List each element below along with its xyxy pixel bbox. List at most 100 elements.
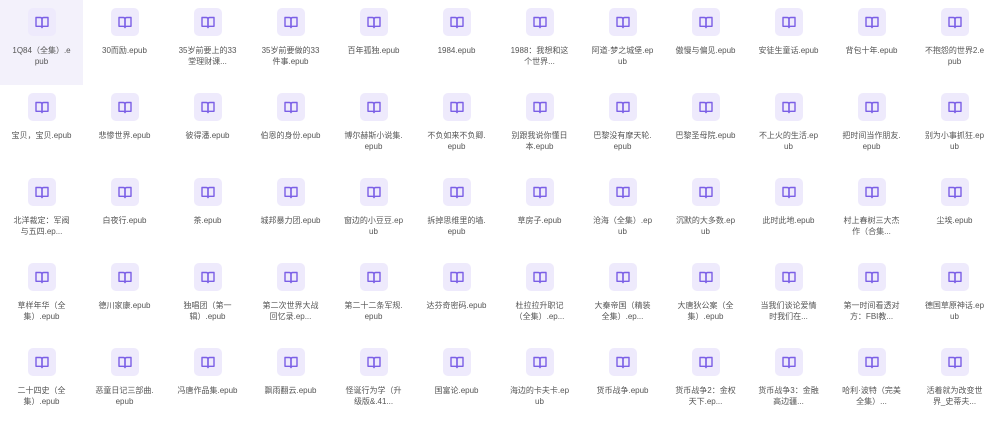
epub-book-icon — [608, 93, 637, 121]
file-item[interactable]: 悲惨世界.epub — [83, 85, 166, 170]
file-item[interactable]: 哈利·波特（完美全集）... — [830, 340, 913, 425]
file-item[interactable]: 背包十年.epub — [830, 0, 913, 85]
epub-book-icon — [442, 348, 471, 376]
file-item[interactable]: 货币战争3：金融高边疆... — [747, 340, 830, 425]
file-name: 伯恩的身份.epub — [260, 131, 321, 140]
file-name: 35岁前要做的33件事.epub — [261, 46, 320, 66]
epub-book-icon — [608, 8, 637, 36]
file-item[interactable]: 第二次世界大战回忆录.ep... — [249, 255, 332, 340]
file-name: 达芬奇密码.epub — [426, 301, 487, 310]
file-name: 货币战争.epub — [596, 386, 649, 395]
file-name: 第二次世界大战回忆录.ep... — [262, 301, 319, 321]
file-name: 二十四史（全集）.epub — [17, 386, 66, 406]
file-name: 海边的卡夫卡.epub — [509, 386, 570, 406]
file-item[interactable]: 1988：我想和这个世界... — [498, 0, 581, 85]
epub-book-icon — [442, 8, 471, 36]
epub-book-icon — [359, 93, 388, 121]
file-item[interactable]: 35岁前要上的33堂理财课... — [166, 0, 249, 85]
epub-book-icon — [110, 8, 139, 36]
file-name: 别为小事抓狂.epub — [924, 131, 985, 151]
file-item[interactable]: 恶童日记三部曲.epub — [83, 340, 166, 425]
file-item[interactable]: 博尔赫斯小说集.epub — [332, 85, 415, 170]
file-item[interactable]: 二十四史（全集）.epub — [0, 340, 83, 425]
file-item[interactable]: 国富论.epub — [415, 340, 498, 425]
file-name: 此时此地.epub — [762, 216, 815, 225]
epub-book-icon — [774, 348, 803, 376]
file-item[interactable]: 百年孤独.epub — [332, 0, 415, 85]
file-name: 德川家康.epub — [98, 301, 151, 310]
file-item[interactable]: 把时间当作朋友.epub — [830, 85, 913, 170]
file-item[interactable]: 彼得潘.epub — [166, 85, 249, 170]
file-item[interactable]: 北洋裁定：军阀与五四.ep... — [0, 170, 83, 255]
file-item[interactable]: 拆掉思维里的墙.epub — [415, 170, 498, 255]
file-item[interactable]: 尘埃.epub — [913, 170, 996, 255]
epub-book-icon — [691, 93, 720, 121]
file-name: 大秦帝国（精装全集）.ep... — [594, 301, 651, 321]
file-item[interactable]: 独唱团（第一辑）.epub — [166, 255, 249, 340]
file-item[interactable]: 傲慢与偏见.epub — [664, 0, 747, 85]
file-item[interactable]: 货币战争.epub — [581, 340, 664, 425]
file-item[interactable]: 1Q84（全集）.epub — [0, 0, 83, 85]
epub-book-icon — [608, 178, 637, 206]
file-item[interactable]: 巴黎没有摩天轮.epub — [581, 85, 664, 170]
file-item[interactable]: 德国草原神话.epub — [913, 255, 996, 340]
file-item[interactable]: 沧海（全集）.epub — [581, 170, 664, 255]
file-name: 不抱怨的世界2.epub — [924, 46, 985, 66]
epub-book-icon — [940, 8, 969, 36]
file-item[interactable]: 第二十二条军规.epub — [332, 255, 415, 340]
epub-book-icon — [359, 263, 388, 291]
file-item[interactable]: 当我们谈论爱情时我们在... — [747, 255, 830, 340]
file-item[interactable]: 不抱怨的世界2.epub — [913, 0, 996, 85]
file-item[interactable]: 伯恩的身份.epub — [249, 85, 332, 170]
file-item[interactable]: 窗边的小豆豆.epub — [332, 170, 415, 255]
file-item[interactable]: 1984.epub — [415, 0, 498, 85]
file-name: 货币战争2：金权天下.ep... — [675, 386, 736, 406]
file-item[interactable]: 货币战争2：金权天下.ep... — [664, 340, 747, 425]
file-name: 货币战争3：金融高边疆... — [758, 386, 819, 406]
epub-book-icon — [110, 178, 139, 206]
file-item[interactable]: 活着就为改变世界_史蒂夫... — [913, 340, 996, 425]
file-item[interactable]: 阿道·梦之城堡.epub — [581, 0, 664, 85]
file-item[interactable]: 别跟我说你懂日本.epub — [498, 85, 581, 170]
file-item[interactable]: 30而励.epub — [83, 0, 166, 85]
file-item[interactable]: 达芬奇密码.epub — [415, 255, 498, 340]
file-item[interactable]: 35岁前要做的33件事.epub — [249, 0, 332, 85]
file-name: 沉默的大多数.epub — [675, 216, 736, 236]
file-item[interactable]: 茶.epub — [166, 170, 249, 255]
file-name: 怪诞行为学（升级版&.41... — [345, 386, 402, 406]
file-item[interactable]: 宝贝，宝贝.epub — [0, 85, 83, 170]
file-name: 哈利·波特（完美全集）... — [842, 386, 901, 406]
file-item[interactable]: 海边的卡夫卡.epub — [498, 340, 581, 425]
file-item[interactable]: 村上春树三大杰作（合集... — [830, 170, 913, 255]
file-item[interactable]: 飘雨翻云.epub — [249, 340, 332, 425]
file-item[interactable]: 此时此地.epub — [747, 170, 830, 255]
file-name: 宝贝，宝贝.epub — [11, 131, 72, 140]
file-item[interactable]: 杜拉拉升职记（全集）.ep... — [498, 255, 581, 340]
file-item[interactable]: 白夜行.epub — [83, 170, 166, 255]
epub-book-icon — [940, 93, 969, 121]
file-item[interactable]: 怪诞行为学（升级版&.41... — [332, 340, 415, 425]
epub-book-icon — [442, 178, 471, 206]
file-item[interactable]: 德川家康.epub — [83, 255, 166, 340]
file-name: 把时间当作朋友.epub — [842, 131, 901, 151]
file-item[interactable]: 沉默的大多数.epub — [664, 170, 747, 255]
file-item[interactable]: 城邦暴力团.epub — [249, 170, 332, 255]
file-item[interactable]: 草样年华（全集）.epub — [0, 255, 83, 340]
file-item[interactable]: 巴黎圣母院.epub — [664, 85, 747, 170]
file-item[interactable]: 大唐狄公案（全集）.epub — [664, 255, 747, 340]
file-item[interactable]: 大秦帝国（精装全集）.ep... — [581, 255, 664, 340]
file-item[interactable]: 冯唐作品集.epub — [166, 340, 249, 425]
file-item[interactable]: 草房子.epub — [498, 170, 581, 255]
file-item[interactable]: 安徒生童话.epub — [747, 0, 830, 85]
file-name: 背包十年.epub — [845, 46, 898, 55]
file-item[interactable]: 第一时间看透对方：FBI教... — [830, 255, 913, 340]
file-item[interactable]: 别为小事抓狂.epub — [913, 85, 996, 170]
epub-book-icon — [359, 348, 388, 376]
file-name: 博尔赫斯小说集.epub — [344, 131, 403, 151]
file-name: 北洋裁定：军阀与五四.ep... — [13, 216, 70, 236]
file-name: 安徒生童话.epub — [758, 46, 819, 55]
file-name: 1Q84（全集）.epub — [12, 46, 71, 66]
file-item[interactable]: 不上火的生活.epub — [747, 85, 830, 170]
epub-book-icon — [27, 348, 56, 376]
file-item[interactable]: 不负如来不负卿.epub — [415, 85, 498, 170]
